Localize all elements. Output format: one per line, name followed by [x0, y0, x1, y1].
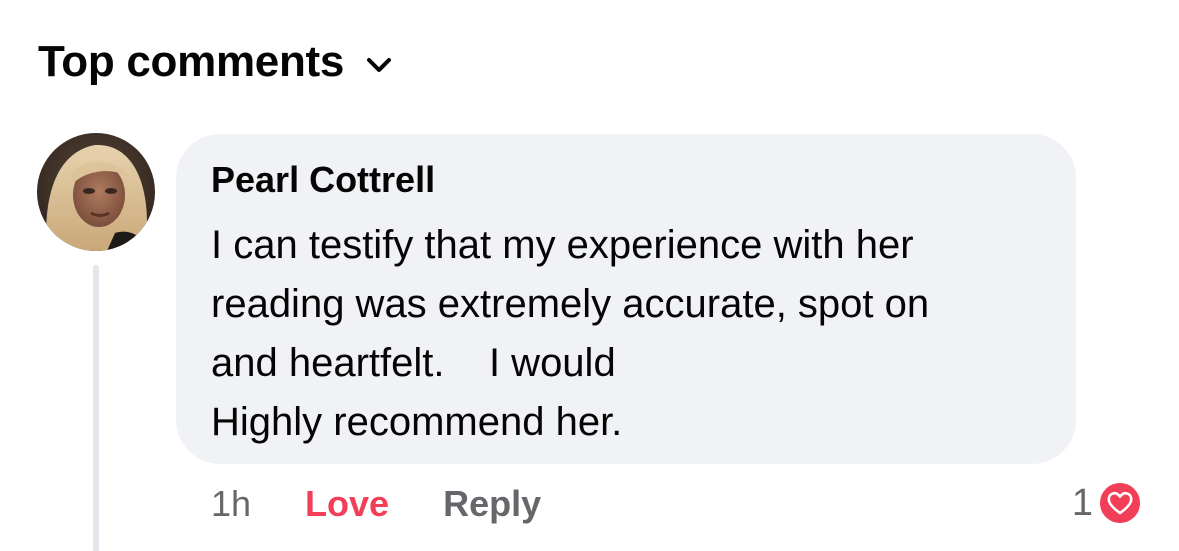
comments-section: Top comments Pearl Cottrell I can testif…	[0, 0, 1179, 551]
sort-label: Top comments	[38, 37, 345, 86]
reaction-summary[interactable]: 1	[1072, 479, 1143, 527]
comment-author[interactable]: Pearl Cottrell	[211, 158, 435, 202]
comment-text: I can testify that my experience with he…	[211, 223, 930, 444]
thread-line	[93, 265, 99, 551]
love-heart-icon	[1097, 480, 1143, 526]
reaction-count: 1	[1071, 482, 1093, 524]
chevron-down-icon	[366, 55, 392, 75]
love-reaction-button[interactable]: Love	[305, 482, 389, 526]
comment-bubble: Pearl Cottrell I can testify that my exp…	[176, 134, 1076, 464]
comment-sort-dropdown[interactable]: Top comments	[38, 36, 392, 88]
comment-actions: 1h Love Reply	[211, 482, 541, 526]
avatar[interactable]	[37, 133, 155, 251]
reply-button[interactable]: Reply	[443, 482, 541, 526]
comment-timestamp[interactable]: 1h	[211, 482, 251, 526]
